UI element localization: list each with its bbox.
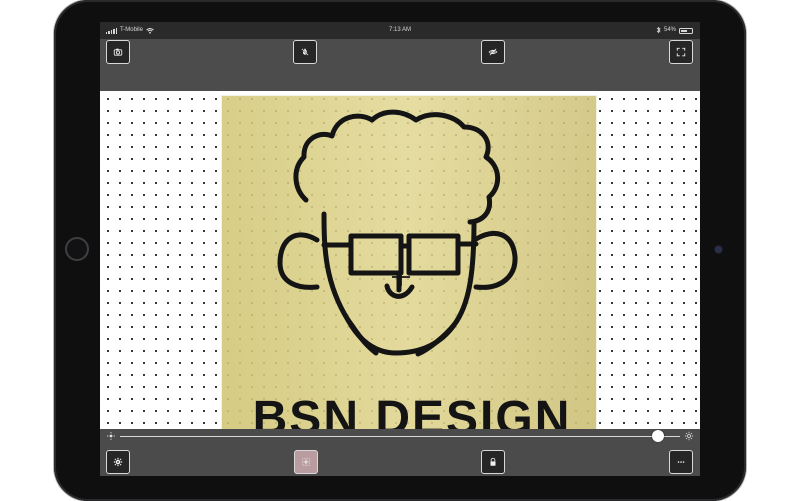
- camera-button[interactable]: [106, 40, 130, 64]
- left-ear: [277, 232, 320, 290]
- eye-slash-icon: [488, 48, 498, 56]
- sketch-drawing: BSN DESIGN: [253, 109, 572, 429]
- right-glass: [406, 233, 461, 276]
- status-right: 54%: [656, 22, 693, 39]
- clock-time: 7:13 AM: [388, 27, 411, 33]
- bottom-toolbar: [100, 429, 700, 476]
- visibility-button[interactable]: [481, 40, 505, 64]
- gear-icon: [113, 457, 123, 467]
- slider-track[interactable]: [120, 436, 680, 437]
- jaw-left: [345, 317, 379, 356]
- brightness-high-icon: [684, 431, 694, 441]
- fullscreen-button[interactable]: [669, 40, 693, 64]
- right-ear: [473, 230, 518, 290]
- jaw-right: [415, 322, 457, 357]
- top-toolbar: [100, 39, 700, 91]
- fullscreen-icon: [676, 47, 686, 57]
- battery-icon: [679, 27, 693, 34]
- camera-icon: [113, 48, 123, 56]
- status-bar: T-Mobile 7:13 AM 54%: [100, 22, 700, 39]
- brightness-low-icon: [107, 432, 115, 440]
- more-button[interactable]: [669, 450, 693, 474]
- front-camera: [715, 246, 722, 253]
- settings-button[interactable]: [106, 450, 130, 474]
- battery-fill: [681, 29, 688, 32]
- ellipsis-icon: [677, 461, 685, 463]
- sketch-caption: BSN DESIGN: [253, 392, 572, 429]
- clear-button[interactable]: [293, 40, 317, 64]
- app-screen: T-Mobile 7:13 AM 54% BSN DESIGN: [100, 22, 700, 476]
- hair-outline: [293, 109, 501, 225]
- home-button[interactable]: [65, 237, 89, 261]
- lock-icon: [490, 457, 496, 466]
- lock-button[interactable]: [481, 450, 505, 474]
- drawing-canvas[interactable]: BSN DESIGN: [100, 91, 700, 429]
- brightness-slider[interactable]: [100, 429, 700, 445]
- crosshair-icon: [302, 458, 310, 466]
- crosshair-button[interactable]: [294, 450, 318, 474]
- bluetooth-icon: [656, 27, 661, 34]
- slider-thumb[interactable]: [651, 430, 664, 442]
- left-glass: [348, 233, 404, 276]
- page: T-Mobile 7:13 AM 54% BSN DESIGN: [0, 0, 800, 501]
- status-time: 7:13 AM: [100, 22, 700, 39]
- battery-percent: 54%: [663, 27, 676, 33]
- drop-slash-icon: [301, 48, 309, 56]
